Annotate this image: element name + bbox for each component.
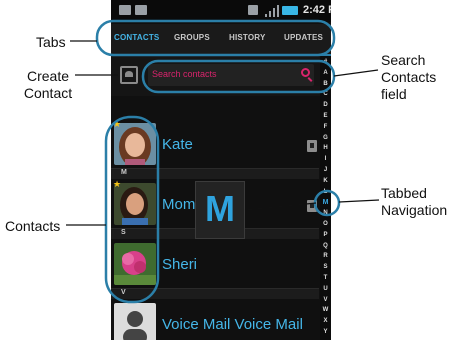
callout-create-contact: Create Contact	[23, 68, 73, 101]
tab-bar: CONTACTS GROUPS HISTORY UPDATES	[111, 24, 331, 56]
index-letter[interactable]: U	[320, 286, 331, 293]
contact-name: Mom	[162, 196, 196, 213]
index-letter[interactable]: F	[320, 124, 331, 131]
contact-name: Voice Mail Voice Mail	[162, 316, 303, 333]
callout-contacts: Contacts	[5, 218, 61, 234]
index-letter[interactable]: M	[320, 199, 331, 206]
section-letter: S	[121, 229, 126, 236]
status-time: 2:42 PM	[303, 4, 331, 16]
index-letter[interactable]: I	[320, 156, 331, 163]
search-placeholder: Search contacts	[152, 69, 217, 79]
message-icon[interactable]	[307, 200, 317, 212]
index-letter[interactable]: Y	[320, 329, 331, 336]
index-letter[interactable]: D	[320, 102, 331, 109]
index-letter[interactable]: V	[320, 297, 331, 304]
index-letter[interactable]: J	[320, 167, 331, 174]
contact-row-kate[interactable]: ★ Kate	[111, 119, 319, 169]
default-avatar-icon	[114, 303, 156, 340]
index-letter[interactable]: K	[320, 178, 331, 185]
tab-history[interactable]: HISTORY	[229, 33, 266, 42]
callout-tabbed-navigation: Tabbed Navigation	[381, 185, 448, 218]
contact-photo-sheri	[114, 243, 156, 285]
section-letter: V	[121, 289, 126, 296]
search-icon[interactable]	[301, 68, 310, 77]
tab-contacts[interactable]: CONTACTS	[114, 33, 159, 42]
index-scrollbar[interactable]: # A B C D E F G H I J K L M N O P Q R S T U V W X Y	[320, 56, 331, 340]
favorite-star-icon: ★	[113, 119, 122, 129]
contact-name: Sheri	[162, 256, 198, 273]
message-icon[interactable]	[307, 140, 317, 152]
tab-groups[interactable]: GROUPS	[174, 33, 210, 42]
index-letter[interactable]: R	[320, 253, 331, 260]
index-letter[interactable]: E	[320, 113, 331, 120]
index-letter[interactable]: T	[320, 275, 331, 282]
index-letter[interactable]: B	[320, 81, 331, 88]
index-letter[interactable]: Q	[320, 243, 331, 250]
section-header-v: V	[111, 289, 319, 299]
tab-updates[interactable]: UPDATES	[284, 33, 323, 42]
search-contacts-field[interactable]: Search contacts	[148, 64, 314, 86]
mail-icon	[119, 5, 131, 15]
status-bar: 2:42 PM	[111, 0, 331, 22]
create-contact-button[interactable]	[120, 66, 138, 84]
callout-search-field: Search Contacts field	[381, 52, 437, 102]
index-letter[interactable]: G	[320, 135, 331, 142]
usb-icon	[248, 5, 258, 15]
section-letter: M	[121, 169, 127, 176]
index-letter[interactable]: O	[320, 221, 331, 228]
section-header-m: M	[111, 169, 319, 179]
index-letter[interactable]: W	[320, 307, 331, 314]
signal-icon	[265, 5, 279, 17]
index-letter[interactable]: X	[320, 318, 331, 325]
callout-tabs: Tabs	[36, 34, 66, 50]
index-letter[interactable]: N	[320, 210, 331, 217]
index-letter[interactable]: L	[320, 189, 331, 196]
index-letter-popup: M	[195, 181, 245, 239]
index-letter[interactable]: H	[320, 145, 331, 152]
index-letter[interactable]: C	[320, 91, 331, 98]
gmail-icon	[135, 5, 147, 15]
popup-letter: M	[205, 188, 235, 229]
battery-icon	[282, 6, 298, 15]
index-letter[interactable]: S	[320, 264, 331, 271]
contact-name: Kate	[162, 136, 193, 153]
contact-row-sheri[interactable]: Sheri	[111, 240, 319, 289]
index-letter[interactable]: A	[320, 70, 331, 77]
favorite-star-icon: ★	[113, 179, 122, 189]
contact-row-voicemail[interactable]: Voice Mail Voice Mail	[111, 300, 319, 340]
index-letter[interactable]: #	[320, 59, 331, 66]
index-letter[interactable]: P	[320, 232, 331, 239]
phone-screen: 2:42 PM CONTACTS GROUPS HISTORY UPDATES …	[111, 0, 331, 340]
